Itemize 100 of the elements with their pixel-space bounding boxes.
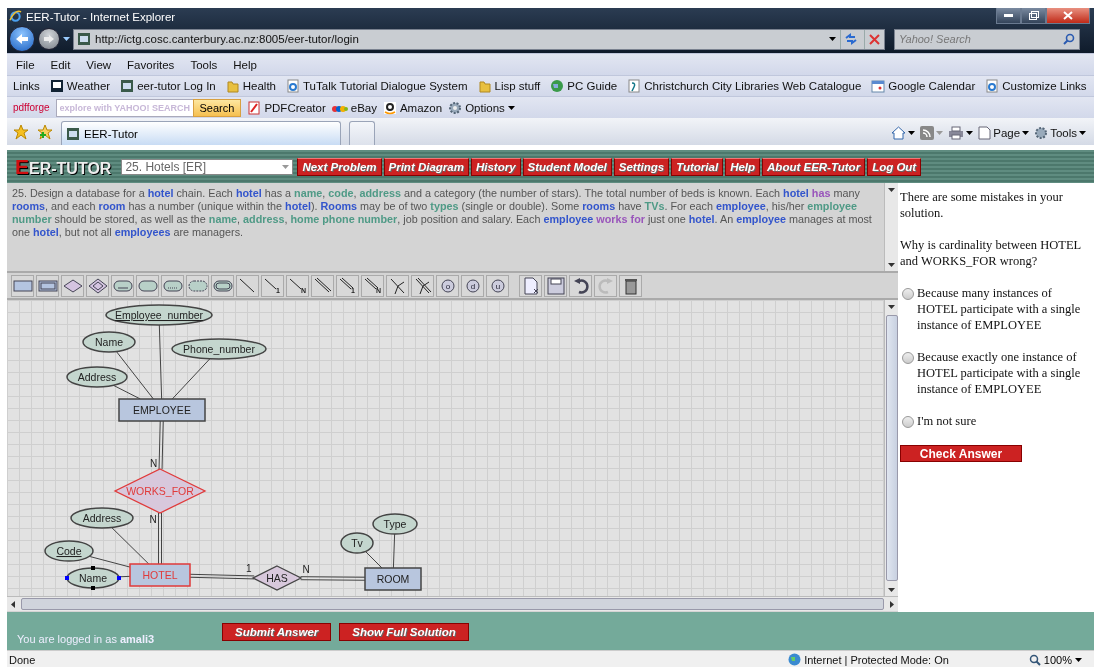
caret-icon: [888, 304, 895, 309]
footer-button[interactable]: Show Full Solution: [339, 623, 469, 641]
tool-button[interactable]: [86, 274, 109, 297]
attribute-oval[interactable]: Name: [65, 566, 121, 590]
tool-button[interactable]: [519, 274, 542, 297]
radio-button[interactable]: [902, 352, 914, 364]
link-item[interactable]: eer-tutor Log In: [120, 79, 216, 93]
horizontal-scrollbar[interactable]: [7, 596, 898, 611]
link-item[interactable]: Health: [225, 79, 276, 93]
back-arrow-icon: [15, 33, 29, 45]
footer-button[interactable]: Submit Answer: [222, 623, 332, 641]
status-text: Done: [9, 653, 36, 666]
search-field[interactable]: Yahoo! Search: [894, 28, 1080, 50]
attribute-oval[interactable]: Name: [82, 331, 136, 353]
vertical-scrollbar[interactable]: [884, 183, 898, 271]
tool-button[interactable]: [569, 274, 592, 297]
problem-dropdown[interactable]: 25. Hotels [ER]: [121, 158, 294, 175]
check-answer-button[interactable]: Check Answer: [900, 445, 1022, 462]
command-menu-button[interactable]: Tools: [1034, 126, 1086, 140]
home-icon: [891, 126, 907, 140]
link-item[interactable]: TuTalk Tutorial Dialogue System: [286, 79, 468, 93]
toolbar-search-field[interactable]: explore with YAHOO! SEARCH: [55, 98, 196, 117]
forward-button[interactable]: [38, 28, 60, 50]
forward-arrow-icon: [43, 34, 55, 44]
attribute-oval[interactable]: Employee_number: [105, 304, 213, 326]
tool-button[interactable]: [386, 274, 409, 297]
link-item[interactable]: Christchurch City Libraries Web Catalogue: [627, 79, 862, 93]
radio-button[interactable]: [902, 416, 914, 428]
tool-button[interactable]: [619, 274, 642, 297]
tool-button[interactable]: d: [461, 274, 484, 297]
link-item[interactable]: Customize Links: [985, 79, 1087, 93]
site-icon: [66, 126, 80, 141]
link-item[interactable]: Lisp stuff: [477, 79, 541, 93]
restore-icon: [1028, 11, 1039, 20]
vertical-scrollbar[interactable]: [884, 300, 898, 596]
print-button[interactable]: [948, 126, 974, 140]
entity-box[interactable]: ROOM: [364, 567, 422, 591]
toolbar-item[interactable]: Amazon: [382, 100, 443, 115]
menu-item[interactable]: File: [13, 58, 38, 71]
links-label: Links: [13, 80, 40, 92]
menu-item[interactable]: Tools: [187, 58, 221, 71]
nav-button[interactable]: Student Model: [522, 157, 612, 176]
option-label: Because many instances of HOTEL participate with a single instance of EMPLOYEE: [917, 285, 1082, 333]
toolbar-item[interactable]: eBay: [331, 101, 377, 114]
option-label: Because exactly one instance of HOTEL participate with a single instance of EMPLOYEE: [917, 349, 1082, 397]
tool-button[interactable]: u: [486, 274, 509, 297]
tool-button[interactable]: [111, 274, 134, 297]
nav-button[interactable]: Settings: [613, 157, 670, 176]
command-menu-button[interactable]: Page: [978, 126, 1030, 140]
tool-button[interactable]: o: [436, 274, 459, 297]
attribute-oval[interactable]: Phone_number: [171, 338, 267, 360]
close-button[interactable]: [1046, 8, 1090, 24]
attribute-oval[interactable]: Address: [70, 507, 134, 529]
home-button[interactable]: [891, 126, 916, 140]
toolbar-item[interactable]: PDFCreator: [247, 100, 326, 115]
caret-icon: [1022, 131, 1030, 135]
tool-button[interactable]: [544, 274, 567, 297]
nav-button[interactable]: History: [470, 157, 521, 176]
add-star-icon: [37, 123, 53, 140]
tool-button[interactable]: [411, 274, 434, 297]
minimize-button[interactable]: [996, 8, 1021, 24]
attribute-oval[interactable]: Address: [66, 366, 128, 388]
relationship-diamond[interactable]: HAS: [251, 565, 303, 591]
address-bar[interactable]: http://ictg.cosc.canterbury.ac.nz:8005/eer-tutor/login: [73, 28, 885, 50]
menu-item[interactable]: Edit: [47, 58, 74, 71]
tool-button[interactable]: [136, 274, 159, 297]
zoom-button[interactable]: 100%: [1028, 653, 1082, 666]
menu-item[interactable]: Favorites: [124, 58, 178, 71]
tool-button[interactable]: [211, 274, 234, 297]
nav-button[interactable]: Print Diagram: [383, 157, 469, 176]
menu-item[interactable]: Help: [230, 58, 260, 71]
site-icon: [120, 79, 135, 93]
diagram-canvas[interactable]: N N 1 N Employee_number Name Phone_number Address EMPLOYEE WORKS_FOR Address Code Name HOTEL HAS ROOM Tv Type: [7, 300, 884, 596]
back-button[interactable]: [9, 26, 35, 52]
toolbar-item[interactable]: Options: [448, 100, 515, 115]
attribute-oval[interactable]: Type: [372, 513, 418, 535]
browser-tab[interactable]: EER-Tutor: [61, 121, 341, 145]
attribute-oval[interactable]: Code: [44, 540, 94, 562]
menu-item[interactable]: View: [83, 58, 115, 71]
browser-logo-icon: [9, 10, 22, 23]
refresh-icon: [843, 33, 858, 45]
link-item[interactable]: PC Guide: [550, 79, 618, 93]
attribute-oval[interactable]: Tv: [340, 532, 374, 554]
radio-button[interactable]: [902, 288, 914, 300]
nav-button[interactable]: Help: [725, 157, 761, 176]
nav-button[interactable]: Tutorial: [671, 157, 724, 176]
tool-button[interactable]: [61, 274, 84, 297]
caret-icon: [282, 164, 290, 169]
entity-box[interactable]: EMPLOYEE: [118, 398, 206, 422]
restore-button[interactable]: [1021, 8, 1046, 24]
tool-button[interactable]: [161, 274, 184, 297]
nav-button[interactable]: About EER-Tutor: [762, 157, 866, 176]
nav-button[interactable]: Next Problem: [297, 157, 382, 176]
link-item[interactable]: Weather: [49, 79, 111, 93]
caret-icon: [63, 37, 70, 41]
tool-button[interactable]: [236, 274, 259, 297]
tool-button[interactable]: [311, 274, 334, 297]
link-item[interactable]: Google Calendar: [871, 79, 976, 93]
nav-button[interactable]: Log Out: [867, 157, 922, 176]
cardinality-label: N: [149, 514, 157, 526]
